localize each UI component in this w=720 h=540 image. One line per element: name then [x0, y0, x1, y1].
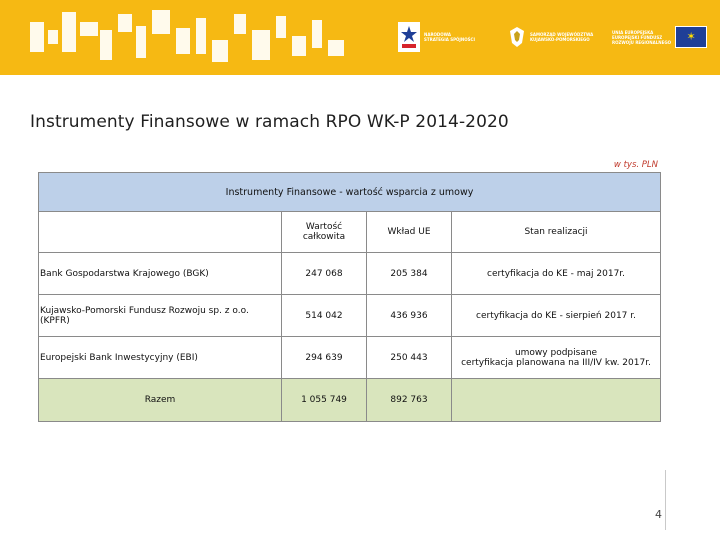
eu-logo: UNIA EUROPEJSKA EUROPEJSKI FUNDUSZ ROZWO…	[612, 20, 708, 54]
institution-name: Kujawsko-Pomorski Fundusz Rozwoju sp. z …	[38, 294, 282, 337]
decor-block	[80, 22, 98, 36]
footer-divider	[665, 470, 666, 530]
voivodeship-logo: SAMORZĄD WOJEWÓDZTWA KUJAWSKO-POMORSKIEG…	[508, 20, 593, 54]
implementation-status: umowy podpisane certyfikacja planowana n…	[450, 336, 662, 379]
eagle-crest-icon	[510, 27, 524, 47]
eu-contribution: 205 384	[366, 252, 452, 295]
total-value: 514 042	[281, 294, 367, 337]
decor-block	[136, 26, 146, 58]
header-band: NARODOWA STRATEGIA SPÓJNOŚCI SAMORZĄD WO…	[0, 0, 720, 75]
total-row: Razem 1 055 749 892 763	[38, 378, 662, 422]
decor-block	[48, 30, 58, 44]
column-header-eu: Wkład UE	[366, 211, 452, 253]
table-row: Kujawsko-Pomorski Fundusz Rozwoju sp. z …	[38, 294, 662, 337]
total-value: 294 639	[281, 336, 367, 379]
decor-block	[152, 10, 170, 34]
status-line: umowy podpisane	[514, 347, 598, 358]
column-header-status: Stan realizacji	[450, 211, 662, 253]
financial-instruments-table: Instrumenty Finansowe - wartość wsparcia…	[37, 172, 662, 422]
decor-block	[276, 16, 286, 38]
decor-block	[234, 14, 246, 34]
logo-text: ROZWOJU REGIONALNEGO	[612, 39, 672, 45]
nss-logo: NARODOWA STRATEGIA SPÓJNOŚCI	[398, 20, 475, 54]
decor-block	[312, 20, 322, 48]
institution-name: Bank Gospodarstwa Krajowego (BGK)	[38, 252, 282, 295]
decor-block	[196, 18, 206, 54]
total-label: Razem	[38, 378, 282, 422]
total-status	[450, 378, 662, 422]
total-eu-sum: 892 763	[366, 378, 452, 422]
decor-block	[252, 30, 270, 60]
decor-block	[118, 14, 132, 32]
logo-text: KUJAWSKO-POMORSKIEGO	[530, 37, 590, 42]
table-row: Europejski Bank Inwestycyjny (EBI) 294 6…	[38, 336, 662, 379]
logo-text: STRATEGIA SPÓJNOŚCI	[424, 37, 475, 42]
page-number: 4	[655, 508, 662, 521]
eu-flag-icon: ✶	[675, 26, 708, 48]
implementation-status: certyfikacja do KE - sierpień 2017 r.	[450, 294, 662, 337]
star-emblem-icon	[398, 22, 420, 52]
column-header-name	[38, 211, 282, 253]
table-header: Instrumenty Finansowe - wartość wsparcia…	[37, 172, 662, 212]
decor-block	[292, 36, 306, 56]
total-value: 247 068	[281, 252, 367, 295]
implementation-status: certyfikacja do KE - maj 2017r.	[450, 252, 662, 295]
page-title: Instrumenty Finansowe w ramach RPO WK-P …	[30, 112, 509, 132]
decor-block	[176, 28, 190, 54]
table-row: Bank Gospodarstwa Krajowego (BGK) 247 06…	[38, 252, 662, 295]
table-header-row: Instrumenty Finansowe - wartość wsparcia…	[37, 172, 662, 212]
unit-note: w tys. PLN	[613, 160, 658, 170]
decor-block	[62, 12, 76, 52]
status-line: certyfikacja planowana na III/IV kw. 201…	[461, 357, 651, 368]
decor-block	[30, 22, 44, 52]
eu-contribution: 250 443	[366, 336, 452, 379]
column-header-row: Wartość całkowita Wkład UE Stan realizac…	[38, 211, 662, 253]
decor-block	[100, 30, 112, 60]
eu-contribution: 436 936	[366, 294, 452, 337]
institution-name: Europejski Bank Inwestycyjny (EBI)	[38, 336, 282, 379]
total-sum: 1 055 749	[281, 378, 367, 422]
decor-block	[328, 40, 344, 56]
decor-block	[212, 40, 228, 62]
column-header-total: Wartość całkowita	[281, 211, 367, 253]
